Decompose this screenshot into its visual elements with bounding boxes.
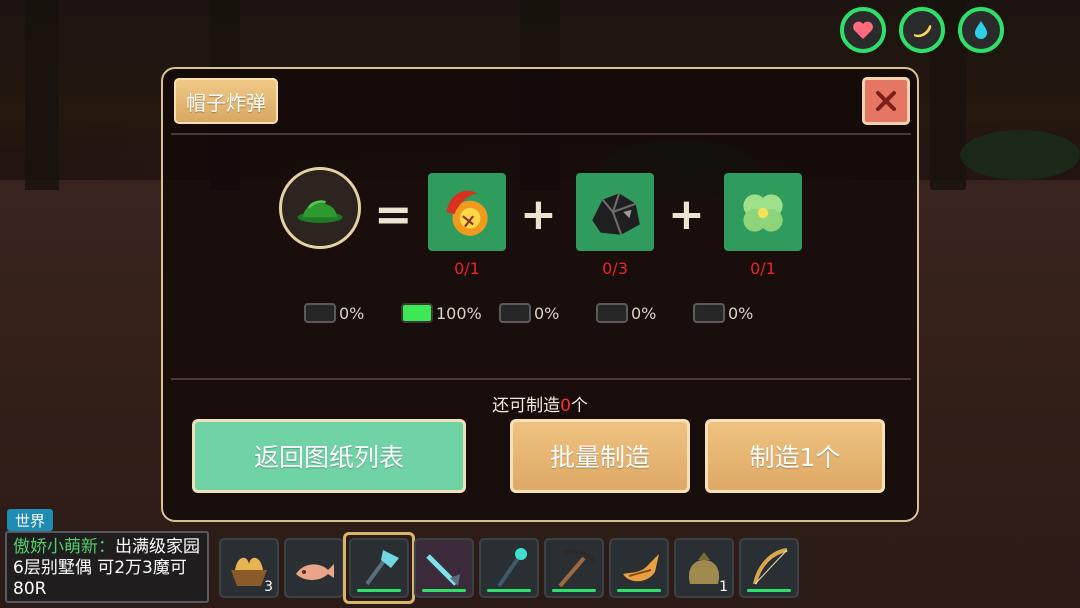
probability-indicator: 0% xyxy=(596,303,656,323)
probability-indicator: 100% xyxy=(401,303,482,323)
crystal-sword-icon xyxy=(426,554,460,586)
probability-box xyxy=(693,303,725,323)
probability-indicator: 0% xyxy=(304,303,364,323)
back-to-blueprint-list-button[interactable]: 返回图纸列表 xyxy=(192,419,466,493)
chat-message-box[interactable]: 傲娇小萌新：出满级家园 6层别墅偶 可2万3魔可80R xyxy=(5,531,209,603)
coal-ore-icon xyxy=(592,193,640,236)
stamina-icon xyxy=(914,24,932,38)
fish-icon xyxy=(296,564,334,580)
recipe-title: 帽子炸弹 xyxy=(174,78,278,124)
pickaxe-icon xyxy=(558,548,597,588)
ingredient-count: 0/1 xyxy=(750,259,776,278)
craft-one-button[interactable]: 制造1个 xyxy=(705,419,885,493)
equals-icon: = xyxy=(374,187,413,241)
ingredient-slot[interactable] xyxy=(428,173,506,251)
crafting-panel: 帽子炸弹 = 0/1 + 0/3 + 0/1 0% 100% 0% 0% 0% … xyxy=(161,67,919,522)
hotbar-slot[interactable]: 1 xyxy=(674,538,734,598)
chat-sender: 傲娇小萌新： xyxy=(13,537,115,557)
remaining-craft-count: 还可制造0个 xyxy=(492,396,588,416)
water-status[interactable] xyxy=(958,7,1004,53)
bush xyxy=(960,130,1080,180)
batch-craft-button[interactable]: 批量制造 xyxy=(510,419,690,493)
probability-box xyxy=(304,303,336,323)
hotbar-slot[interactable] xyxy=(284,538,344,598)
durability-bar xyxy=(747,589,791,592)
durability-bar xyxy=(552,589,596,592)
plus-icon: + xyxy=(668,189,705,240)
hotbar-slot[interactable] xyxy=(544,538,604,598)
probability-indicator: 0% xyxy=(693,303,753,323)
durability-bar xyxy=(487,589,531,592)
ingredient-slot[interactable] xyxy=(724,173,802,251)
stamina-status[interactable] xyxy=(899,7,945,53)
hotbar-slot[interactable] xyxy=(479,538,539,598)
selected-slot-frame xyxy=(343,532,415,604)
ingredient-count: 0/1 xyxy=(454,259,480,278)
probability-box xyxy=(499,303,531,323)
hotbar-slot[interactable] xyxy=(414,538,474,598)
bow-icon xyxy=(753,548,788,585)
durability-bar xyxy=(422,589,466,592)
probability-box xyxy=(596,303,628,323)
divider xyxy=(171,133,911,135)
chat-channel-tab[interactable]: 世界 xyxy=(7,509,53,531)
magic-staff-icon xyxy=(497,548,527,588)
green-helmet-icon xyxy=(297,200,343,223)
clover-icon xyxy=(743,194,783,232)
gourd-horn-icon xyxy=(623,554,659,582)
fire-fruit-icon xyxy=(446,190,488,236)
probability-box xyxy=(401,303,433,323)
ingredient-count: 0/3 xyxy=(602,259,628,278)
health-status[interactable] xyxy=(840,7,886,53)
durability-bar xyxy=(617,589,661,592)
plus-icon: + xyxy=(520,189,557,240)
close-icon xyxy=(876,91,896,111)
hotbar-slot[interactable] xyxy=(739,538,799,598)
heart-icon xyxy=(853,21,873,39)
divider xyxy=(171,378,911,380)
water-icon xyxy=(975,21,987,39)
hotbar-slot[interactable]: 3 xyxy=(219,538,279,598)
probability-indicator: 0% xyxy=(499,303,559,323)
ingredient-slot[interactable] xyxy=(576,173,654,251)
remaining-number: 0 xyxy=(560,396,571,416)
result-item-slot xyxy=(279,167,361,249)
tree-trunk xyxy=(25,0,59,190)
hotbar-slot[interactable] xyxy=(609,538,669,598)
close-button[interactable] xyxy=(862,77,910,125)
